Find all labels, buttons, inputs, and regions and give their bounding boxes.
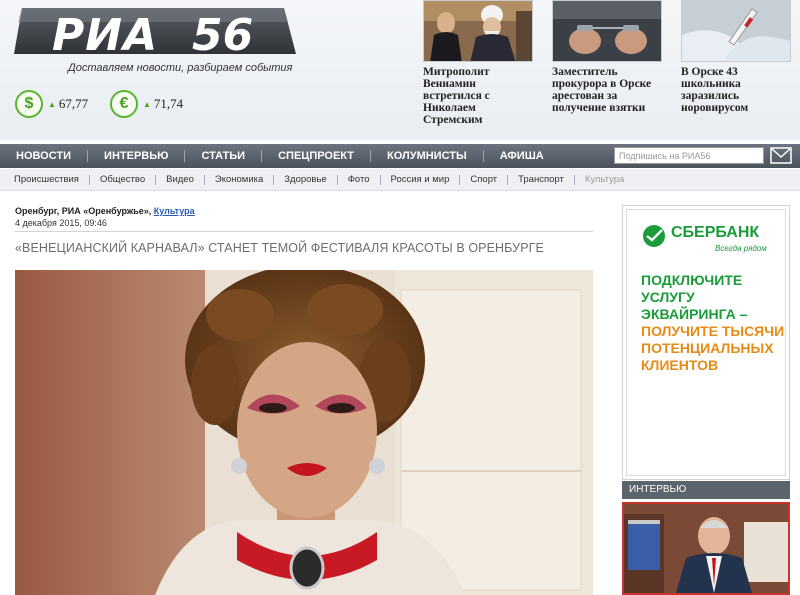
eur-rate-value: 71,74 bbox=[153, 96, 184, 111]
category-russia-world[interactable]: Россия и мир bbox=[381, 174, 461, 185]
interview-photo[interactable] bbox=[622, 502, 790, 595]
category-health[interactable]: Здоровье bbox=[274, 174, 338, 185]
site-header: РИА 56 Доставляем новости, разбираем соб… bbox=[0, 0, 800, 140]
site-tagline: Доставляем новости, разбираем события bbox=[68, 62, 293, 74]
category-incidents[interactable]: Происшествия bbox=[4, 174, 90, 185]
article-photo bbox=[15, 270, 593, 595]
usd-rate: $ ▲ 67,77 bbox=[15, 90, 88, 118]
nav-special-project[interactable]: СПЕЦПРОЕКТ bbox=[262, 150, 372, 162]
ad-text-line: ЭКВАЙРИНГА – bbox=[641, 306, 748, 322]
article-date: 4 декабря 2015, 09:46 bbox=[15, 218, 107, 228]
ad-brand: СБЕРБАНК bbox=[671, 224, 760, 241]
trend-up-icon: ▲ bbox=[48, 99, 56, 109]
ad-text-line: ПОТЕНЦИАЛЬНЫХ bbox=[641, 340, 774, 356]
sberbank-logo-icon bbox=[643, 225, 665, 247]
nav-afisha[interactable]: АФИША bbox=[484, 150, 560, 162]
article-source-line: Оренбург, РИА «Оренбуржье», Культура bbox=[15, 206, 195, 216]
subscribe-input[interactable] bbox=[614, 147, 764, 164]
nav-interview[interactable]: ИНТЕРВЬЮ bbox=[88, 150, 186, 162]
usd-rate-value: 67,77 bbox=[58, 96, 89, 111]
ad-text-line: КЛИЕНТОВ bbox=[641, 357, 719, 373]
category-culture[interactable]: Культура bbox=[575, 174, 635, 185]
article-source: Оренбург, РИА «Оренбуржье», bbox=[15, 206, 152, 216]
dollar-icon: $ bbox=[15, 90, 43, 118]
category-video[interactable]: Видео bbox=[156, 174, 205, 185]
nav-news[interactable]: НОВОСТИ bbox=[0, 150, 89, 162]
syringe-glove-photo[interactable] bbox=[681, 0, 791, 62]
top-news-item[interactable]: Заместитель прокурора в Орске арестован … bbox=[552, 0, 666, 114]
category-economy[interactable]: Экономика bbox=[205, 174, 275, 185]
category-sport[interactable]: Спорт bbox=[460, 174, 509, 185]
sberbank-ad-banner[interactable]: СБЕРБАНК Всегда рядом ПОДКЛЮЧИТЕ УСЛУГУ … bbox=[622, 205, 790, 480]
top-news-item[interactable]: Митрополит Вениамин встретился с Николае… bbox=[423, 0, 537, 126]
article-category-link[interactable]: Культура bbox=[154, 206, 195, 216]
handcuffed-hands-photo[interactable] bbox=[552, 0, 662, 62]
ad-text-line: ПОЛУЧИТЕ ТЫСЯЧИ bbox=[641, 323, 785, 339]
logo-word: РИА bbox=[52, 10, 159, 61]
category-society[interactable]: Общество bbox=[90, 174, 157, 185]
interview-section-title[interactable]: ИНТЕРВЬЮ bbox=[622, 481, 790, 499]
nav-articles[interactable]: СТАТЬИ bbox=[185, 150, 263, 162]
ad-text-line: ПОДКЛЮЧИТЕ bbox=[641, 272, 743, 288]
nav-columnists[interactable]: КОЛУМНИСТЫ bbox=[371, 150, 484, 162]
mail-icon[interactable] bbox=[770, 147, 792, 164]
top-news-item[interactable]: В Орске 43 школьника заразились норовиру… bbox=[681, 0, 795, 114]
site-logo[interactable]: РИА 56 bbox=[12, 4, 299, 61]
clergy-photo[interactable] bbox=[423, 0, 533, 62]
top-news-title[interactable]: Митрополит Вениамин встретился с Николае… bbox=[423, 66, 537, 126]
ad-text-line: УСЛУГУ bbox=[641, 289, 695, 305]
category-photo[interactable]: Фото bbox=[338, 174, 381, 185]
logo-number: 56 bbox=[192, 10, 254, 61]
ad-slogan: Всегда рядом bbox=[715, 244, 767, 253]
article-headline: «Венецианский карнавал» станет темой фес… bbox=[15, 241, 544, 255]
category-transport[interactable]: Транспорт bbox=[508, 174, 575, 185]
top-news-title[interactable]: В Орске 43 школьника заразились норовиру… bbox=[681, 66, 795, 114]
trend-up-icon: ▲ bbox=[143, 99, 151, 109]
divider bbox=[15, 231, 593, 232]
eur-rate: € ▲ 71,74 bbox=[110, 90, 183, 118]
top-news-title[interactable]: Заместитель прокурора в Орске арестован … bbox=[552, 66, 666, 114]
euro-icon: € bbox=[110, 90, 138, 118]
category-nav: Происшествия Общество Видео Экономика Зд… bbox=[0, 169, 800, 191]
